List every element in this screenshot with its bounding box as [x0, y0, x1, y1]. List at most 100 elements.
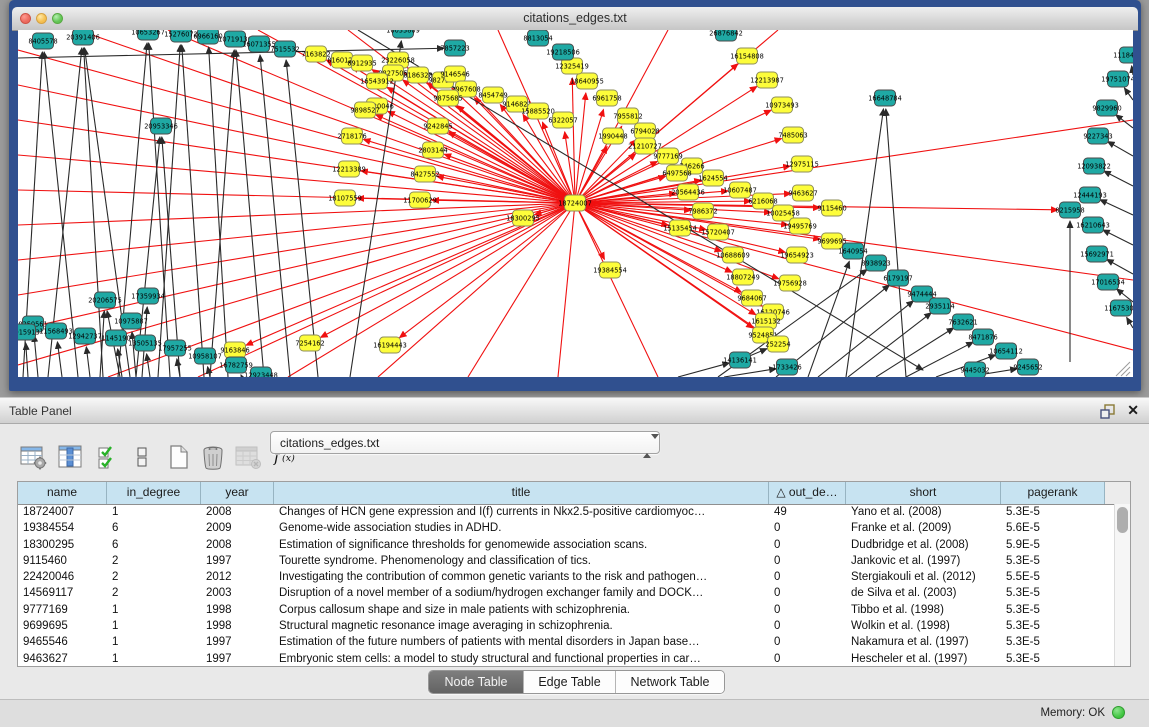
- table-cell[interactable]: Hescheler et al. (1997): [846, 651, 1001, 666]
- table-cell[interactable]: 9463627: [18, 651, 107, 666]
- table-cell[interactable]: 0: [769, 602, 846, 618]
- table-cell[interactable]: 2: [107, 585, 201, 601]
- table-cell[interactable]: Yano et al. (2008): [846, 504, 1001, 520]
- table-cell[interactable]: Tourette syndrome. Phenomenology and cla…: [274, 553, 769, 569]
- table-row[interactable]: 969969511998Structural magnetic resonanc…: [18, 618, 1114, 634]
- table-cell[interactable]: 9699695: [18, 618, 107, 634]
- table-cell[interactable]: Nakamura et al. (1997): [846, 634, 1001, 650]
- table-row[interactable]: 946554611997Estimation of the future num…: [18, 634, 1114, 650]
- column-header-short[interactable]: short: [846, 482, 1001, 504]
- table-cell[interactable]: 5.3E-5: [1001, 618, 1105, 634]
- table-cell[interactable]: 0: [769, 618, 846, 634]
- delete-column-button[interactable]: [197, 442, 229, 472]
- table-cell[interactable]: 1: [107, 504, 201, 520]
- table-cell[interactable]: Investigating the contribution of common…: [274, 569, 769, 585]
- tab-network-table[interactable]: Network Table: [616, 671, 724, 693]
- column-visibility-button[interactable]: [53, 442, 87, 472]
- table-row[interactable]: 946362711997Embryonic stem cells: a mode…: [18, 651, 1114, 666]
- table-cell[interactable]: 1: [107, 651, 201, 666]
- table-source-select[interactable]: citations_edges.txt: [270, 431, 660, 454]
- table-cell[interactable]: de Silva et al. (2003): [846, 585, 1001, 601]
- table-cell[interactable]: Jankovic et al. (1997): [846, 553, 1001, 569]
- table-cell[interactable]: 9465546: [18, 634, 107, 650]
- table-cell[interactable]: Structural magnetic resonance image aver…: [274, 618, 769, 634]
- table-cell[interactable]: 0: [769, 585, 846, 601]
- table-cell[interactable]: 1998: [201, 602, 274, 618]
- table-cell[interactable]: 0: [769, 651, 846, 666]
- table-cell[interactable]: 5.6E-5: [1001, 520, 1105, 536]
- table-cell[interactable]: 9115460: [18, 553, 107, 569]
- table-cell[interactable]: Changes of HCN gene expression and I(f) …: [274, 504, 769, 520]
- table-cell[interactable]: 0: [769, 634, 846, 650]
- table-cell[interactable]: 1: [107, 602, 201, 618]
- table-scrollbar-thumb[interactable]: [1117, 507, 1128, 533]
- table-row[interactable]: 977716911998Corpus callosum shape and si…: [18, 602, 1114, 618]
- table-cell[interactable]: 2: [107, 569, 201, 585]
- table-cell[interactable]: 5.3E-5: [1001, 651, 1105, 666]
- table-row[interactable]: 1938455462009Genome-wide association stu…: [18, 520, 1114, 536]
- table-row[interactable]: 1456911722003Disruption of a novel membe…: [18, 585, 1114, 601]
- table-cell[interactable]: Franke et al. (2009): [846, 520, 1001, 536]
- table-cell[interactable]: 2008: [201, 504, 274, 520]
- network-canvas[interactable]: 1872400771638228160128891293523226058982…: [18, 30, 1133, 377]
- table-cell[interactable]: 19384554: [18, 520, 107, 536]
- table-cell[interactable]: 0: [769, 553, 846, 569]
- table-cell[interactable]: 2003: [201, 585, 274, 601]
- table-cell[interactable]: 0: [769, 569, 846, 585]
- new-column-button[interactable]: [163, 442, 195, 472]
- table-cell[interactable]: 1: [107, 634, 201, 650]
- table-cell[interactable]: 49: [769, 504, 846, 520]
- column-header-pagerank[interactable]: pagerank: [1001, 482, 1105, 504]
- column-header-out-degree[interactable]: △ out_de…: [769, 482, 846, 504]
- table-mode-button[interactable]: [17, 442, 49, 472]
- table-cell[interactable]: 5.9E-5: [1001, 537, 1105, 553]
- table-cell[interactable]: Estimation of significance thresholds fo…: [274, 537, 769, 553]
- table-row[interactable]: 911546021997Tourette syndrome. Phenomeno…: [18, 553, 1114, 569]
- table-cell[interactable]: Dudbridge et al. (2008): [846, 537, 1001, 553]
- table-cell[interactable]: Wolkin et al. (1998): [846, 618, 1001, 634]
- table-cell[interactable]: 2: [107, 553, 201, 569]
- table-cell[interactable]: 5.3E-5: [1001, 634, 1105, 650]
- table-cell[interactable]: 6: [107, 537, 201, 553]
- table-cell[interactable]: Disruption of a novel member of a sodium…: [274, 585, 769, 601]
- table-cell[interactable]: 0: [769, 520, 846, 536]
- table-cell[interactable]: 22420046: [18, 569, 107, 585]
- row-selection-button[interactable]: [93, 442, 123, 472]
- column-header-name[interactable]: name: [18, 482, 107, 504]
- table-row[interactable]: 2242004622012Investigating the contribut…: [18, 569, 1114, 585]
- table-cell[interactable]: 1998: [201, 618, 274, 634]
- table-body[interactable]: 1872400712008Changes of HCN gene express…: [18, 504, 1114, 666]
- network-window[interactable]: citations_edges.txt 18724007716382281601…: [9, 0, 1141, 391]
- resize-grip-icon[interactable]: [1116, 362, 1130, 376]
- table-cell[interactable]: 1: [107, 618, 201, 634]
- table-cell[interactable]: 2012: [201, 569, 274, 585]
- table-cell[interactable]: 2009: [201, 520, 274, 536]
- table-cell[interactable]: 9777169: [18, 602, 107, 618]
- tab-node-table[interactable]: Node Table: [429, 671, 524, 693]
- table-cell[interactable]: 5.3E-5: [1001, 585, 1105, 601]
- column-header-year[interactable]: year: [201, 482, 274, 504]
- table-cell[interactable]: Genome-wide association studies in ADHD.: [274, 520, 769, 536]
- table-cell[interactable]: 6: [107, 520, 201, 536]
- float-panel-icon[interactable]: [1099, 403, 1116, 420]
- table-row[interactable]: 1830029562008Estimation of significance …: [18, 537, 1114, 553]
- table-scrollbar[interactable]: [1114, 504, 1130, 666]
- table-cell[interactable]: 1997: [201, 651, 274, 666]
- import-table-button[interactable]: [231, 442, 265, 472]
- column-header-title[interactable]: title: [274, 482, 769, 504]
- table-cell[interactable]: Tibbo et al. (1998): [846, 602, 1001, 618]
- table-row[interactable]: 1872400712008Changes of HCN gene express…: [18, 504, 1114, 520]
- table-cell[interactable]: 2008: [201, 537, 274, 553]
- panel-layout-button[interactable]: [131, 442, 153, 472]
- table-cell[interactable]: 5.3E-5: [1001, 602, 1105, 618]
- table-cell[interactable]: 1997: [201, 553, 274, 569]
- close-panel-icon[interactable]: ✕: [1127, 402, 1139, 419]
- table-cell[interactable]: 0: [769, 537, 846, 553]
- table-cell[interactable]: 14569117: [18, 585, 107, 601]
- table-cell[interactable]: Embryonic stem cells: a model to study s…: [274, 651, 769, 666]
- window-titlebar[interactable]: citations_edges.txt: [12, 7, 1138, 31]
- table-cell[interactable]: 1997: [201, 634, 274, 650]
- table-cell[interactable]: Corpus callosum shape and size in male p…: [274, 602, 769, 618]
- table-cell[interactable]: 18300295: [18, 537, 107, 553]
- table-cell[interactable]: 5.3E-5: [1001, 504, 1105, 520]
